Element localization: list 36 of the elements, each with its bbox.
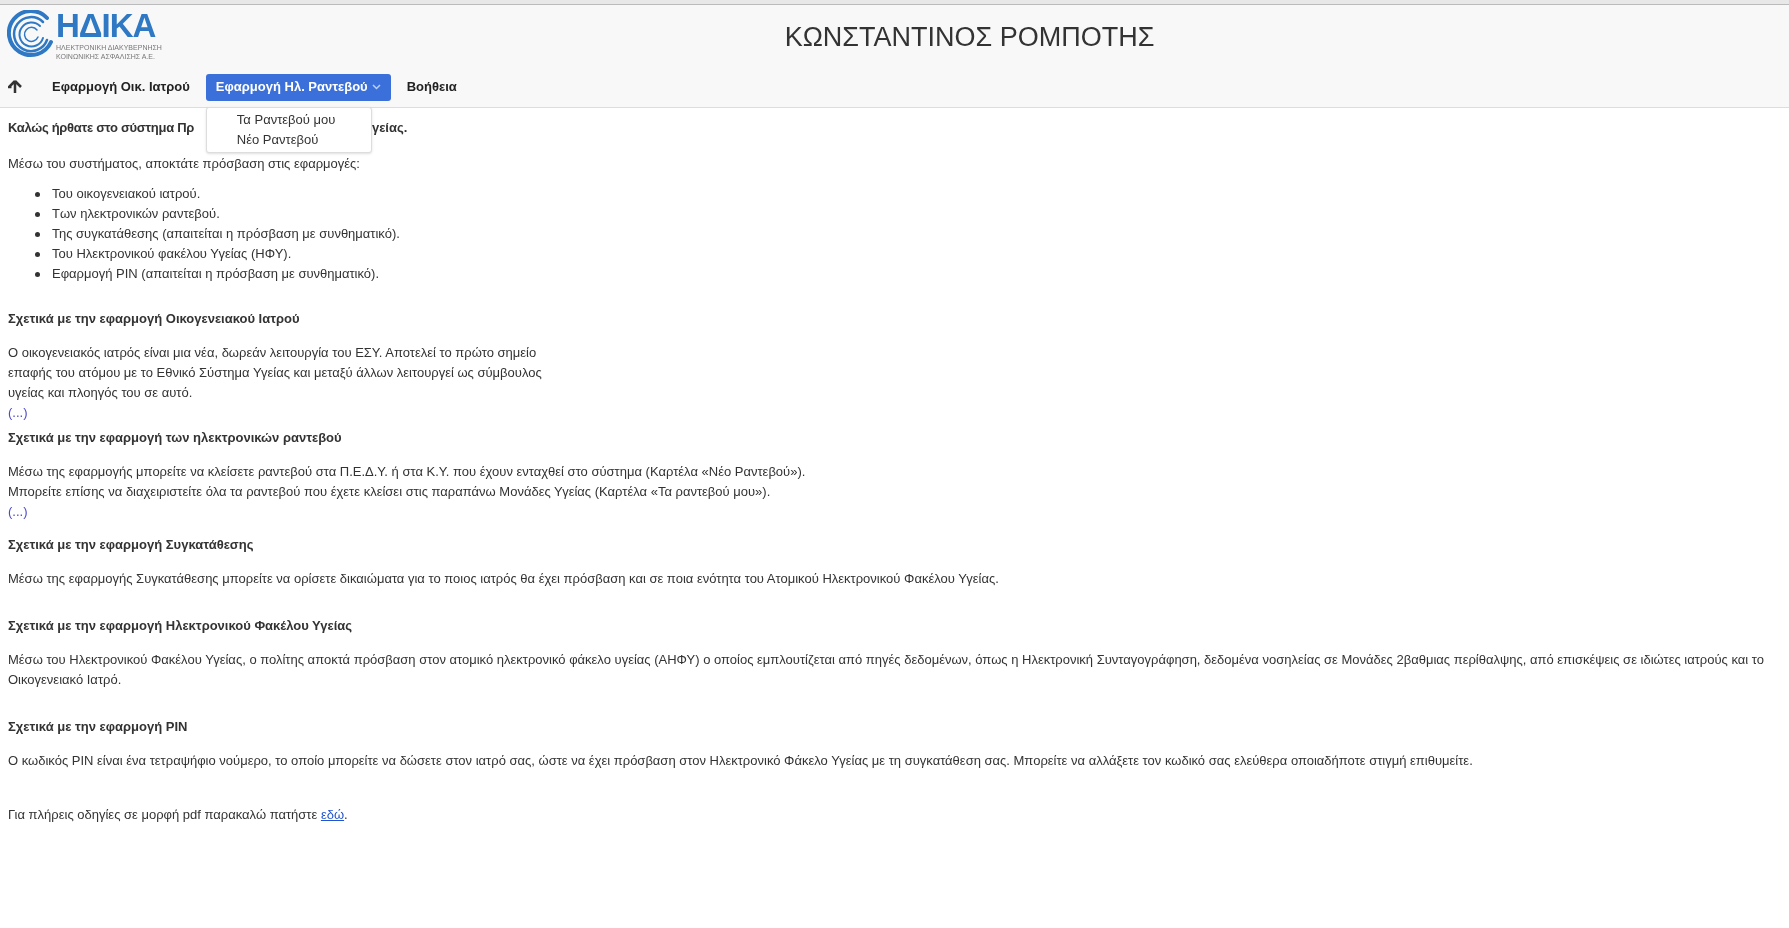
more-link[interactable]: (...)	[8, 502, 28, 522]
section-paragraph: Ο κωδικός PIN είναι ένα τετραψήφιο νούμερο, το οποίο μπορείτε να δώσετε στον ιατρό σας, ώστε να έχει πρόσβαση στον Ηλεκτρονικό Φάκελο Υγείας με τη συγκατάθεση σας. Μπορείτε να αλλάξετε τον κωδικό σας ελεύθερα οποιαδήποτε στιγμή επιθυμείτε.	[8, 752, 1474, 770]
app-list-item: Εφαρμογή PIN (απαιτείται η πρόσβαση με συνθηματικό).	[52, 265, 380, 283]
up-arrow-icon[interactable]	[8, 80, 22, 94]
section-paragraph: Μέσω της εφαρμογής Συγκατάθεσης μπορείτε να ορίσετε δικαιώματα για το ποιος ιατρός θα έχει πρόσβαση και σε ποια ενότητα του Ατομικού Ηλεκτρονικού Φακέλου Υγείας.	[8, 570, 1000, 588]
dropdown-item[interactable]: Τα Ραντεβού μου	[206, 109, 371, 130]
nav-tab[interactable]: Εφαρμογή Οικ. Ιατρού	[42, 73, 200, 101]
app-list-item: Του οικογενειακού ιατρού.	[52, 185, 201, 203]
swirl-logo-icon	[7, 10, 55, 60]
welcome-text-end: γείας.	[371, 119, 408, 137]
dropdown-item[interactable]: Νέο Ραντεβού	[206, 129, 371, 150]
bullet-icon	[35, 231, 40, 237]
instructions-text: Για πλήρεις οδηγίες σε μορφή pdf παρακαλώ πατήστε εδώ.	[8, 806, 349, 824]
nav-tab[interactable]: Βοήθεια	[396, 73, 467, 101]
section-paragraph: Ο οικογενειακός ιατρός είναι μια νέα, δωρεάν λειτουργία του ΕΣΥ. Αποτελεί το πρώτο σημείο επαφής του ατόμου με το Εθνικό Σύστημα Υγείας και μεταξύ άλλων λειτουργεί ως σύμβουλος υγείας και πλοηγός του σε αυτό.	[8, 344, 543, 402]
app-list-item: Της συγκατάθεσης (απαιτείται η πρόσβαση με συνθηματικό).	[52, 225, 400, 243]
section-heading: Σχετικά με την εφαρμογή των ηλεκτρονικών ραντεβού	[8, 429, 343, 447]
bullet-icon	[35, 251, 40, 257]
bullet-icon	[35, 191, 40, 197]
more-link[interactable]: (...)	[8, 403, 28, 423]
section-heading: Σχετικά με την εφαρμογή Οικογενειακού Ιατρού	[8, 310, 301, 328]
bullet-icon	[35, 211, 40, 217]
intro-text: Μέσω του συστήματος, αποκτάτε πρόσβαση στις εφαρμογές:	[8, 155, 361, 173]
nav-tab[interactable]: Εφαρμογή Ηλ. Ραντεβού	[205, 73, 391, 101]
app-list-item: Των ηλεκτρονικών ραντεβού.	[52, 205, 220, 223]
section-heading: Σχετικά με την εφαρμογή Συγκατάθεσης	[8, 536, 255, 554]
logo-wordmark: ΗΔΙΚΑ	[56, 9, 157, 43]
bullet-icon	[35, 271, 40, 277]
section-heading: Σχετικά με την εφαρμογή Ηλεκτρονικού Φακέλου Υγείας	[8, 617, 354, 635]
app-list-item: Του Ηλεκτρονικού φακέλου Υγείας (ΗΦΥ).	[52, 245, 292, 263]
section-paragraph: Μέσω της εφαρμογής μπορείτε να κλείσετε ραντεβού στα Π.Ε.Δ.Υ. ή στα Κ.Υ. που έχουν ενταχθεί στο σύστημα (Καρτέλα «Νέο Ραντεβού»). Μπορείτε επίσης να διαχειριστείτε όλα τα ραντεβού που έχετε κλείσει στις παραπάνω Μονάδες Υγείας (Καρτέλα «Τα ραντεβού μου»).	[8, 463, 807, 501]
section-paragraph: Μέσω του Ηλεκτρονικού Φακέλου Υγείας, ο πολίτης αποκτά πρόσβαση στον ατομικό ηλεκτρονικό φάκελο υγείας (ΑΗΦΥ) ο οποίος εμπλουτίζεται από πηγές δεδομένων, όπως η Ηλεκτρονική Συνταγογράφηση, δεδομένα νοσηλείας σε Μονάδες 2βαθμιας περίθαλψης, από επισκέψεις σε ιδιώτες ιατρούς και το Οικογενειακό Ιατρό.	[8, 651, 1765, 689]
chevron-down-icon	[371, 84, 381, 90]
user-name-title: ΚΩΝΣΤΑΝΤΙΝΟΣ ΡΟΜΠΟΤΗΣ	[784, 21, 1155, 54]
section-heading: Σχετικά με την εφαρμογή PIN	[8, 718, 189, 736]
welcome-text: Καλώς ήρθατε στο σύστημα Πρ	[8, 119, 194, 137]
